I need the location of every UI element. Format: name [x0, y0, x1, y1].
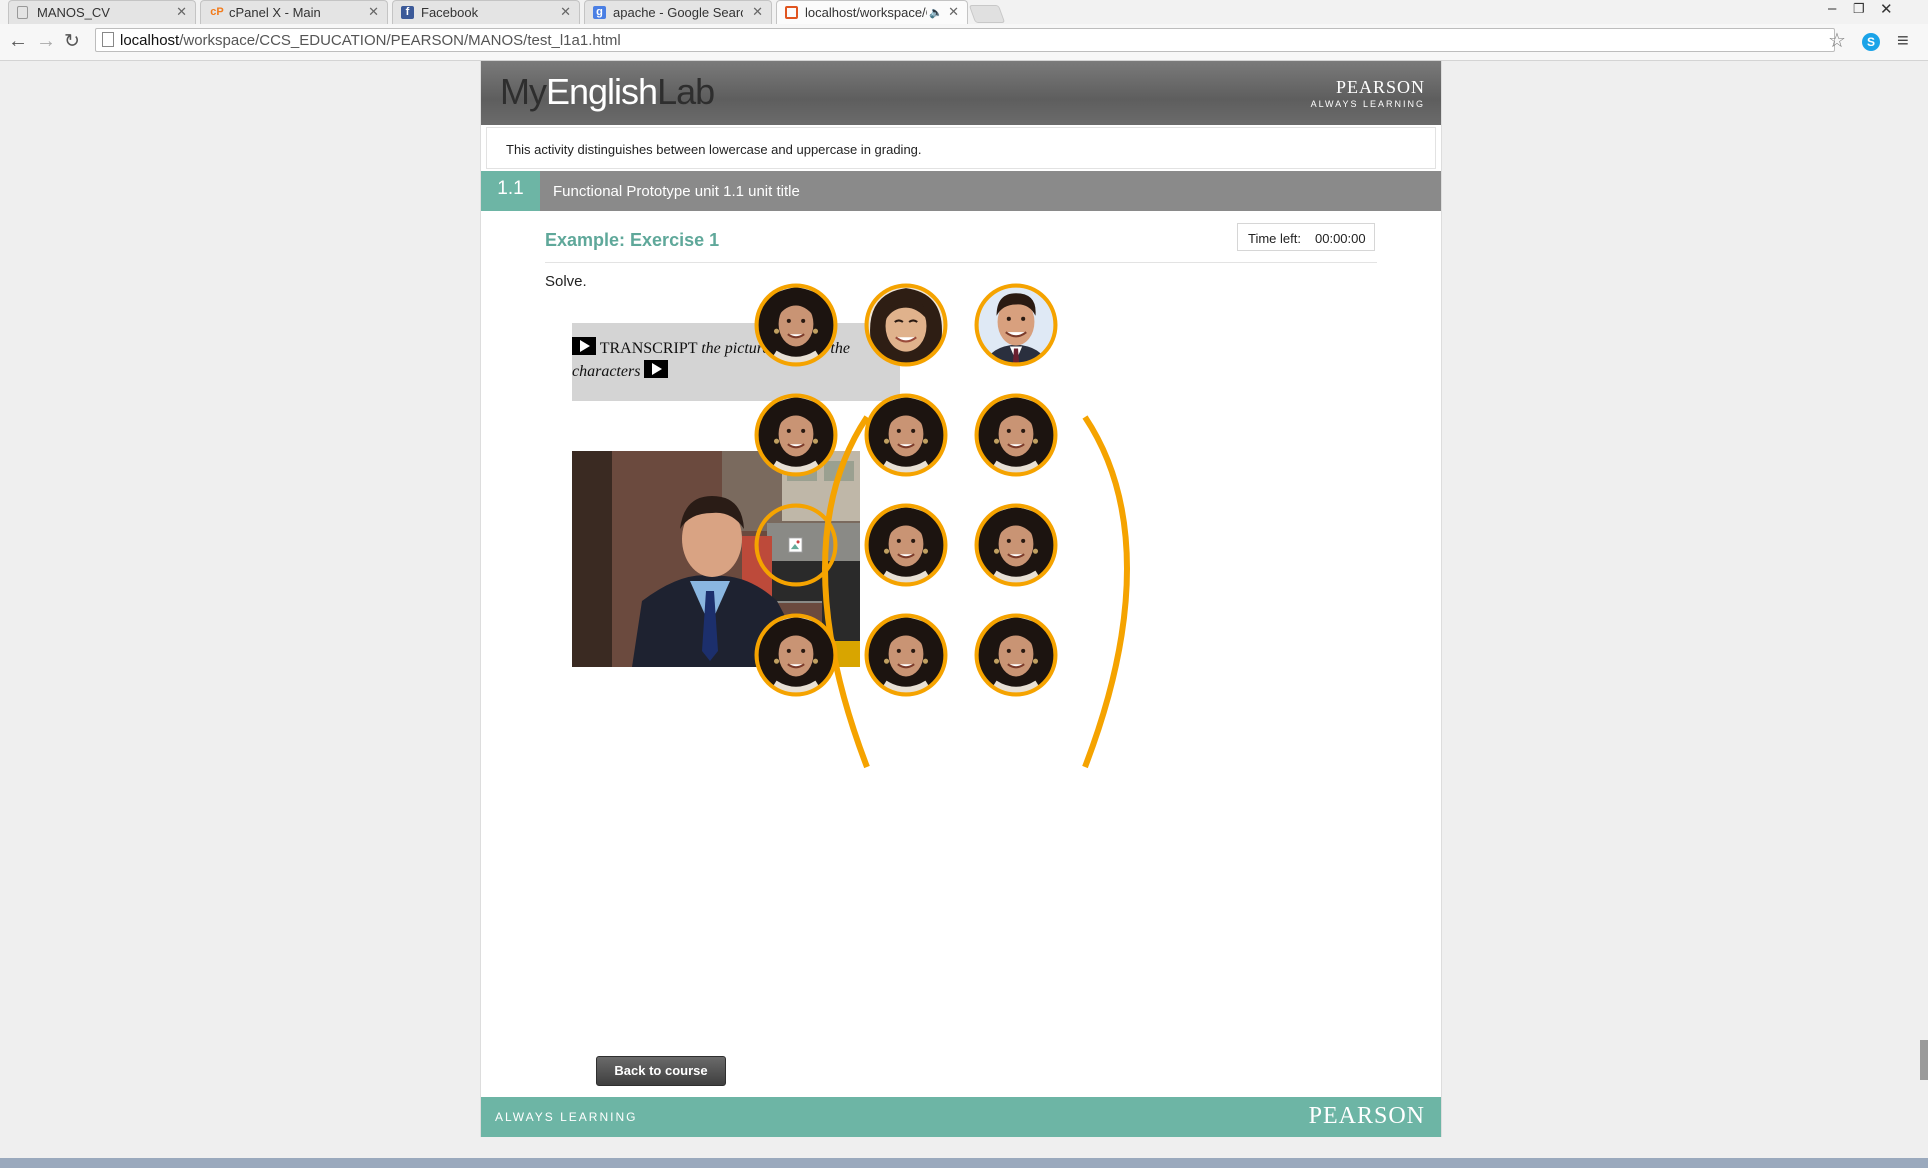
- close-icon[interactable]: ✕: [752, 4, 763, 20]
- grading-notice: This activity distinguishes between lowe…: [486, 127, 1436, 169]
- html-file-icon: [785, 6, 798, 19]
- character-avatar[interactable]: [974, 283, 1076, 385]
- pearson-footer: ALWAYS LEARNING PEARSON: [481, 1097, 1441, 1137]
- reload-icon[interactable]: ↻: [64, 30, 80, 53]
- activity-page: MyEnglishLab PEARSON ALWAYS LEARNING Thi…: [480, 61, 1442, 1137]
- character-avatar[interactable]: [864, 503, 966, 605]
- page-icon: [102, 32, 114, 47]
- speaker-icon: 🔈: [929, 7, 943, 19]
- character-portrait: [974, 503, 1058, 587]
- character-avatar[interactable]: [864, 613, 966, 715]
- timer-box: Time left: 00:00:00: [1237, 223, 1375, 251]
- close-icon[interactable]: ✕: [948, 4, 959, 20]
- character-avatar[interactable]: [974, 613, 1076, 715]
- close-icon[interactable]: ✕: [560, 4, 571, 20]
- taskbar: [0, 1158, 1928, 1168]
- url-text: localhost/workspace/CCS_EDUCATION/PEARSO…: [120, 32, 621, 49]
- character-portrait: [754, 393, 838, 477]
- timer-value: 00:00:00: [1315, 231, 1366, 246]
- character-avatar[interactable]: [864, 283, 966, 385]
- star-icon[interactable]: ☆: [1828, 28, 1846, 53]
- tab-label: MANOS_CV: [37, 5, 110, 20]
- back-to-course-button[interactable]: Back to course: [596, 1056, 726, 1086]
- tab-label: Facebook: [421, 5, 479, 20]
- tab-localhost[interactable]: localhost/workspace/C 🔈 ✕: [776, 0, 968, 24]
- tab-label: localhost/workspace/C: [805, 5, 927, 20]
- unit-title: Functional Prototype unit 1.1 unit title: [553, 183, 800, 200]
- close-window-icon[interactable]: ✕: [1880, 0, 1893, 18]
- facebook-icon: f: [401, 6, 414, 19]
- character-avatar[interactable]: [754, 613, 856, 715]
- pearson-logo: PEARSON ALWAYS LEARNING: [1310, 77, 1425, 109]
- character-portrait: [864, 393, 948, 477]
- page-icon: [17, 6, 28, 19]
- character-portrait: [864, 613, 948, 697]
- tab-facebook[interactable]: f Facebook ✕: [392, 0, 580, 24]
- character-portrait: [974, 283, 1058, 367]
- broken-image-slot[interactable]: [754, 503, 856, 605]
- cpanel-icon: cP: [210, 6, 224, 18]
- character-portrait: [974, 613, 1058, 697]
- character-avatar[interactable]: [974, 393, 1076, 495]
- menu-icon[interactable]: ≡: [1897, 30, 1909, 53]
- back-arrow-icon[interactable]: ←: [8, 30, 28, 53]
- scrollbar-thumb[interactable]: [1920, 1040, 1928, 1080]
- instruction: Solve.: [545, 273, 587, 290]
- character-avatar[interactable]: [864, 393, 966, 495]
- new-tab-button[interactable]: [968, 5, 1006, 23]
- tab-manos-cv[interactable]: MANOS_CV ✕: [8, 0, 196, 24]
- unit-bar: 1.1 Functional Prototype unit 1.1 unit t…: [481, 171, 1441, 211]
- unit-number: 1.1: [481, 171, 540, 211]
- character-portrait: [754, 283, 838, 367]
- close-icon[interactable]: ✕: [368, 4, 379, 20]
- close-icon[interactable]: ✕: [176, 4, 187, 20]
- character-portrait: [864, 283, 948, 367]
- tab-google-search[interactable]: g apache - Google Search ✕: [584, 0, 772, 24]
- tab-label: apache - Google Search: [613, 5, 743, 20]
- myenglishlab-logo: MyEnglishLab: [500, 71, 715, 112]
- character-portrait: [974, 393, 1058, 477]
- play-icon[interactable]: [572, 337, 596, 355]
- minimize-icon[interactable]: –: [1828, 0, 1836, 17]
- character-portrait: [754, 613, 838, 697]
- character-avatar[interactable]: [974, 503, 1076, 605]
- tab-strip: MANOS_CV ✕ cP cPanel X - Main ✕ f Facebo…: [0, 0, 1928, 25]
- transcript-label: TRANSCRIPT: [599, 340, 698, 357]
- broken-image-icon: [754, 503, 838, 587]
- browser-toolbar: ← → ↻ localhost/workspace/CCS_EDUCATION/…: [0, 24, 1928, 61]
- skype-icon[interactable]: S: [1862, 33, 1880, 51]
- restore-icon[interactable]: ❐: [1853, 1, 1865, 17]
- forward-arrow-icon[interactable]: →: [36, 30, 56, 53]
- divider: [545, 262, 1377, 263]
- google-icon: g: [593, 6, 606, 19]
- footer-pearson-logo: PEARSON: [1308, 1103, 1425, 1129]
- character-avatar[interactable]: [754, 393, 856, 495]
- play-icon[interactable]: [644, 360, 669, 378]
- exercise-title: Example: Exercise 1: [545, 230, 720, 250]
- address-bar[interactable]: localhost/workspace/CCS_EDUCATION/PEARSO…: [95, 28, 1835, 52]
- timer-label: Time left:: [1248, 231, 1301, 246]
- character-portrait: [864, 503, 948, 587]
- tab-label: cPanel X - Main: [229, 5, 321, 20]
- character-avatar[interactable]: [754, 283, 856, 385]
- myenglishlab-header: MyEnglishLab PEARSON ALWAYS LEARNING: [481, 61, 1441, 125]
- tab-cpanel[interactable]: cP cPanel X - Main ✕: [200, 0, 388, 24]
- notice-text: This activity distinguishes between lowe…: [506, 142, 922, 157]
- footer-tagline: ALWAYS LEARNING: [495, 1110, 638, 1124]
